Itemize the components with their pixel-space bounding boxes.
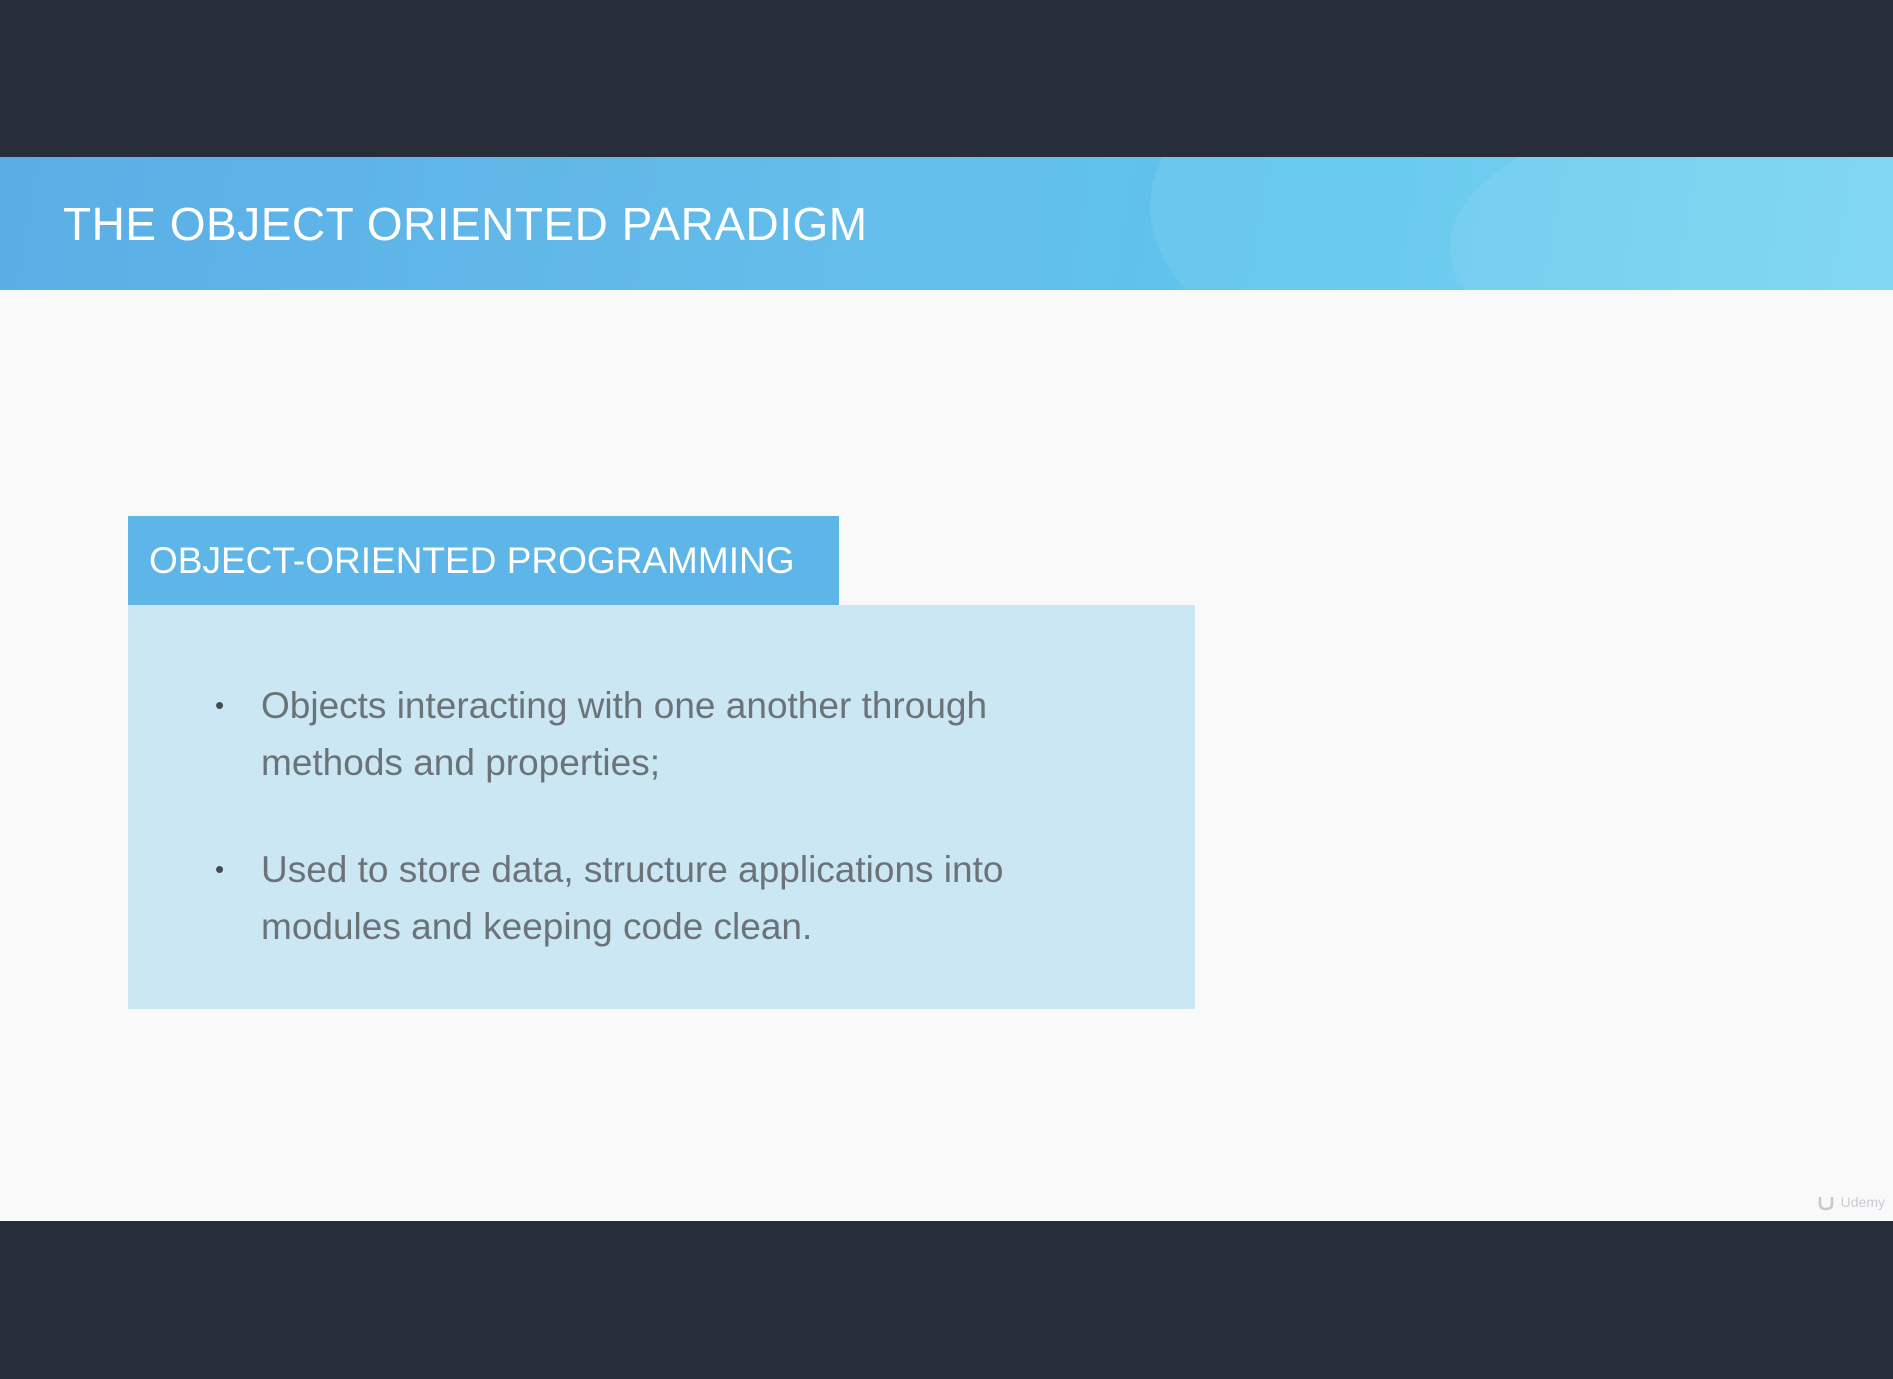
slide-header-band: THE OBJECT ORIENTED PARADIGM bbox=[0, 157, 1893, 290]
bullet-text: Used to store data, structure applicatio… bbox=[261, 849, 1004, 947]
udemy-watermark: Udemy bbox=[1815, 1191, 1885, 1213]
video-player[interactable]: THE OBJECT ORIENTED PARADIGM OBJECT-ORIE… bbox=[0, 0, 1893, 1379]
list-item: • Objects interacting with one another t… bbox=[128, 677, 1195, 791]
bullet-marker: • bbox=[215, 854, 225, 884]
udemy-logo-icon bbox=[1818, 1197, 1833, 1211]
watermark-text: Udemy bbox=[1840, 1194, 1885, 1210]
bullet-marker: • bbox=[215, 690, 225, 720]
list-item: • Used to store data, structure applicat… bbox=[128, 841, 1195, 955]
content-box-heading-tab: OBJECT-ORIENTED PROGRAMMING bbox=[128, 516, 839, 606]
slide-title: THE OBJECT ORIENTED PARADIGM bbox=[63, 198, 868, 250]
content-box-heading: OBJECT-ORIENTED PROGRAMMING bbox=[149, 540, 795, 581]
content-box: • Objects interacting with one another t… bbox=[128, 605, 1195, 1009]
header-background-swirl bbox=[1450, 157, 1893, 290]
bullet-text: Objects interacting with one another thr… bbox=[261, 685, 988, 783]
lecture-slide: THE OBJECT ORIENTED PARADIGM OBJECT-ORIE… bbox=[0, 157, 1893, 1221]
bullet-list: • Objects interacting with one another t… bbox=[128, 677, 1195, 1005]
